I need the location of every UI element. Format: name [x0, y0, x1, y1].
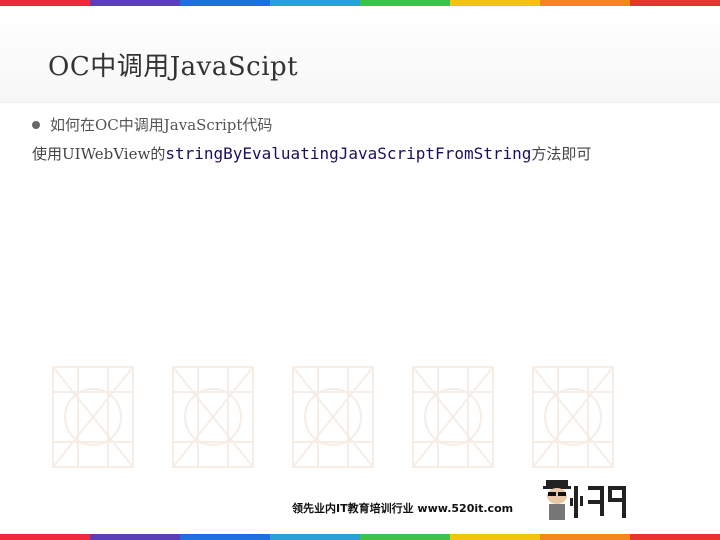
body-text: 使用UIWebView的stringByEvaluatingJavaScript…: [32, 143, 591, 164]
watermark-pattern-icon: [172, 366, 254, 468]
stripe-segment: [90, 534, 180, 540]
stripe-segment: [630, 534, 720, 540]
stripe-segment: [270, 534, 360, 540]
bullet-text: 如何在OC中调用JavaScript代码: [50, 116, 273, 134]
bottom-color-stripe: [0, 534, 720, 540]
watermark-pattern-icon: [532, 366, 614, 468]
stripe-segment: [360, 534, 450, 540]
footer-tagline: 领先业内IT教育培训行业 www.520it.com: [292, 502, 514, 515]
slide-title: OC中调用JavaScipt: [48, 52, 299, 82]
stripe-segment: [0, 534, 90, 540]
watermark-pattern-icon: [412, 366, 494, 468]
watermark-pattern-icon: [292, 366, 374, 468]
xiaomage-logo-icon: [543, 480, 626, 520]
method-name: stringByEvaluatingJavaScriptFromString: [165, 144, 532, 163]
stripe-segment: [180, 534, 270, 540]
title-band: OC中调用JavaScipt: [0, 6, 720, 103]
stripe-segment: [450, 534, 540, 540]
body-suffix: 方法即可: [531, 145, 592, 163]
body-prefix: 使用UIWebView的: [32, 145, 166, 163]
bullet-item: 如何在OC中调用JavaScript代码: [32, 114, 272, 135]
watermark-pattern-icon: [52, 366, 134, 468]
stripe-segment: [540, 534, 630, 540]
bullet-dot-icon: [32, 120, 40, 129]
